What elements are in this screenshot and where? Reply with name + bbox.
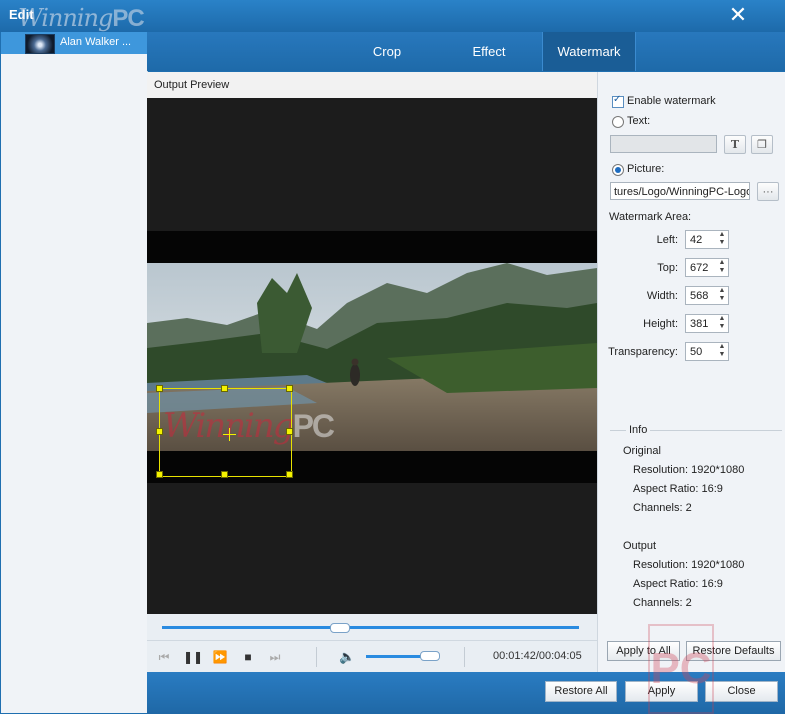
resize-handle-left[interactable] <box>156 428 163 435</box>
footer-bar: Restore All Apply Close <box>147 672 785 714</box>
edit-window: Edit WinningPC ✕ Alan Walker ... Crop Ef… <box>0 0 785 714</box>
brand-script: Winning <box>18 4 113 32</box>
output-preview-label: Output Preview <box>154 79 230 91</box>
height-label: Height: <box>643 318 678 330</box>
original-aspect-ratio: Aspect Ratio: 16:9 <box>633 483 723 495</box>
info-title: Info <box>626 424 651 436</box>
video-thumbnail <box>25 34 55 54</box>
pause-icon[interactable]: ❚❚ <box>183 649 203 665</box>
edit-tabs: Crop Effect Watermark <box>147 32 785 71</box>
font-button[interactable]: T <box>724 135 746 154</box>
height-value: 381 <box>690 318 709 330</box>
text-radio-label: Text: <box>627 115 651 127</box>
video-preview: WinningPC <box>147 98 597 614</box>
watermark-selection-box[interactable] <box>156 385 293 478</box>
watermark-settings-panel: Enable watermark Text: T ❐ Picture: ture… <box>597 72 785 672</box>
letterbox-top <box>147 231 597 263</box>
top-label: Top: <box>657 262 678 274</box>
output-preview-header: Output Preview <box>147 72 597 99</box>
watermark-area-label: Watermark Area: <box>609 211 692 223</box>
resize-handle-top[interactable] <box>221 385 228 392</box>
move-crosshair-icon[interactable] <box>223 428 236 441</box>
restore-all-button[interactable]: Restore All <box>545 681 617 702</box>
file-list-sidebar: Alan Walker ... <box>1 32 148 713</box>
top-value: 672 <box>690 262 709 274</box>
browse-button[interactable]: ··· <box>757 182 779 201</box>
close-button[interactable]: Close <box>705 681 778 702</box>
transparency-spinbox[interactable]: 50 ▲ ▼ <box>685 342 729 361</box>
resize-handle-bottom-left[interactable] <box>156 471 163 478</box>
original-heading: Original <box>623 445 661 457</box>
text-color-icon[interactable]: ❐ <box>751 135 773 154</box>
apply-to-all-button[interactable]: Apply to All <box>607 641 680 661</box>
volume-slider-thumb[interactable] <box>420 651 440 661</box>
spin-arrows-icon[interactable]: ▲ ▼ <box>717 287 727 304</box>
player-controls: ⏮ ❚❚ ⏩ ■ ⏭ 🔈 00:01:42/00:04:05 <box>147 640 597 673</box>
left-spinbox[interactable]: 42 ▲ ▼ <box>685 230 729 249</box>
resize-handle-right[interactable] <box>286 428 293 435</box>
spin-arrows-icon[interactable]: ▲ ▼ <box>717 343 727 360</box>
tab-watermark[interactable]: Watermark <box>542 32 636 71</box>
seek-bar-area <box>147 614 597 640</box>
apply-button[interactable]: Apply <box>625 681 698 702</box>
playback-time: 00:01:42/00:04:05 <box>493 650 582 662</box>
close-icon[interactable]: ✕ <box>727 3 749 27</box>
watermark-overlay-bold: PC <box>292 408 335 444</box>
restore-defaults-button[interactable]: Restore Defaults <box>686 641 781 661</box>
title-bar: Edit WinningPC ✕ <box>0 0 785 32</box>
height-spinbox[interactable]: 381 ▲ ▼ <box>685 314 729 333</box>
width-spinbox[interactable]: 568 ▲ ▼ <box>685 286 729 305</box>
left-value: 42 <box>690 234 703 246</box>
enable-watermark-label: Enable watermark <box>627 95 716 107</box>
spin-arrows-icon[interactable]: ▲ ▼ <box>717 315 727 332</box>
picture-path-input[interactable]: tures/Logo/WinningPC-Logo <box>610 182 750 200</box>
transparency-label: Transparency: <box>608 346 678 358</box>
original-resolution: Resolution: 1920*1080 <box>633 464 745 476</box>
spin-arrows-icon[interactable]: ▲ ▼ <box>717 259 727 276</box>
seek-track[interactable] <box>162 626 579 629</box>
spin-arrows-icon[interactable]: ▲ ▼ <box>717 231 727 248</box>
next-icon[interactable]: ⏭ <box>267 649 283 665</box>
resize-handle-top-right[interactable] <box>286 385 293 392</box>
text-radio[interactable] <box>612 116 624 128</box>
divider <box>316 647 317 667</box>
stop-icon[interactable]: ■ <box>240 649 256 665</box>
resize-handle-top-left[interactable] <box>156 385 163 392</box>
top-spinbox[interactable]: 672 ▲ ▼ <box>685 258 729 277</box>
width-label: Width: <box>646 290 678 302</box>
resize-handle-bottom[interactable] <box>221 471 228 478</box>
output-heading: Output <box>623 540 657 552</box>
output-aspect-ratio: Aspect Ratio: 16:9 <box>633 578 723 590</box>
left-label: Left: <box>656 234 678 246</box>
file-name: Alan Walker ... <box>60 36 132 48</box>
divider <box>464 647 465 667</box>
watermark-text-input[interactable] <box>610 135 717 153</box>
tab-crop[interactable]: Crop <box>337 32 437 71</box>
width-value: 568 <box>690 290 709 302</box>
original-channels: Channels: 2 <box>633 502 692 514</box>
resize-handle-bottom-right[interactable] <box>286 471 293 478</box>
fast-forward-icon[interactable]: ⏩ <box>212 649 228 665</box>
volume-icon[interactable]: 🔈 <box>339 649 355 665</box>
brand-bold: PC <box>112 5 144 32</box>
transparency-value: 50 <box>690 346 703 358</box>
picture-radio-label: Picture: <box>627 163 665 175</box>
seek-slider-thumb[interactable] <box>329 623 350 633</box>
file-list-item[interactable]: Alan Walker ... <box>1 32 147 54</box>
output-channels: Channels: 2 <box>633 597 692 609</box>
previous-icon[interactable]: ⏮ <box>156 649 172 665</box>
picture-radio[interactable] <box>612 164 624 176</box>
enable-watermark-checkbox[interactable] <box>612 94 624 108</box>
output-resolution: Resolution: 1920*1080 <box>633 559 745 571</box>
brand-watermark: WinningPC <box>18 4 145 33</box>
tab-effect[interactable]: Effect <box>439 32 539 71</box>
